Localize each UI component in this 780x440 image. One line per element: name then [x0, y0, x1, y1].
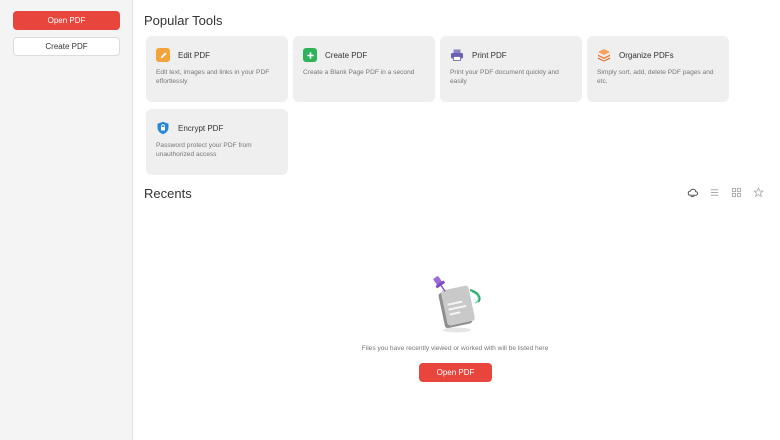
grid-view-icon[interactable] — [730, 186, 742, 198]
tool-card-encrypt-pdf[interactable]: Encrypt PDF Password protect your PDF fr… — [146, 109, 288, 175]
star-icon[interactable] — [752, 186, 764, 198]
tool-name: Create PDF — [325, 50, 368, 60]
plus-icon — [303, 48, 317, 62]
tool-card-edit-pdf[interactable]: Edit PDF Edit text, images and links in … — [146, 36, 288, 102]
recents-title: Recents — [144, 186, 192, 201]
tool-card-print-pdf[interactable]: Print PDF Print your PDF document quickl… — [440, 36, 582, 102]
list-view-icon[interactable] — [708, 186, 720, 198]
tool-card-create-pdf[interactable]: Create PDF Create a Blank Page PDF in a … — [293, 36, 435, 102]
empty-state-text: Files you have recently viewed or worked… — [361, 345, 549, 352]
tool-name: Edit PDF — [178, 50, 211, 60]
tool-name: Encrypt PDF — [178, 123, 224, 133]
layers-icon — [597, 48, 611, 62]
tool-description: Simply sort, add, delete PDF pages and e… — [597, 69, 714, 85]
tool-name: Organize PDFs — [619, 50, 674, 60]
printer-icon — [450, 48, 464, 62]
tool-description: Edit text, images and links in your PDF … — [156, 69, 270, 85]
tool-name: Print PDF — [472, 50, 507, 60]
view-toolbar — [686, 186, 764, 198]
shield-icon — [156, 121, 170, 135]
open-pdf-button[interactable]: Open PDF — [13, 11, 120, 30]
tool-description: Print your PDF document quickly and easi… — [450, 69, 559, 85]
tool-description: Create a Blank Page PDF in a second — [303, 69, 415, 76]
pencil-icon — [156, 48, 170, 62]
sidebar: Open PDF Create PDF — [0, 0, 133, 440]
create-pdf-button[interactable]: Create PDF — [13, 37, 120, 56]
empty-state-illustration — [426, 274, 488, 336]
cloud-icon[interactable] — [686, 186, 698, 198]
tool-card-organize-pdfs[interactable]: Organize PDFs Simply sort, add, delete P… — [587, 36, 729, 102]
tool-description: Password protect your PDF from unauthori… — [156, 142, 252, 158]
open-pdf-center-button[interactable]: Open PDF — [419, 363, 492, 382]
popular-tools-title: Popular Tools — [144, 13, 223, 28]
